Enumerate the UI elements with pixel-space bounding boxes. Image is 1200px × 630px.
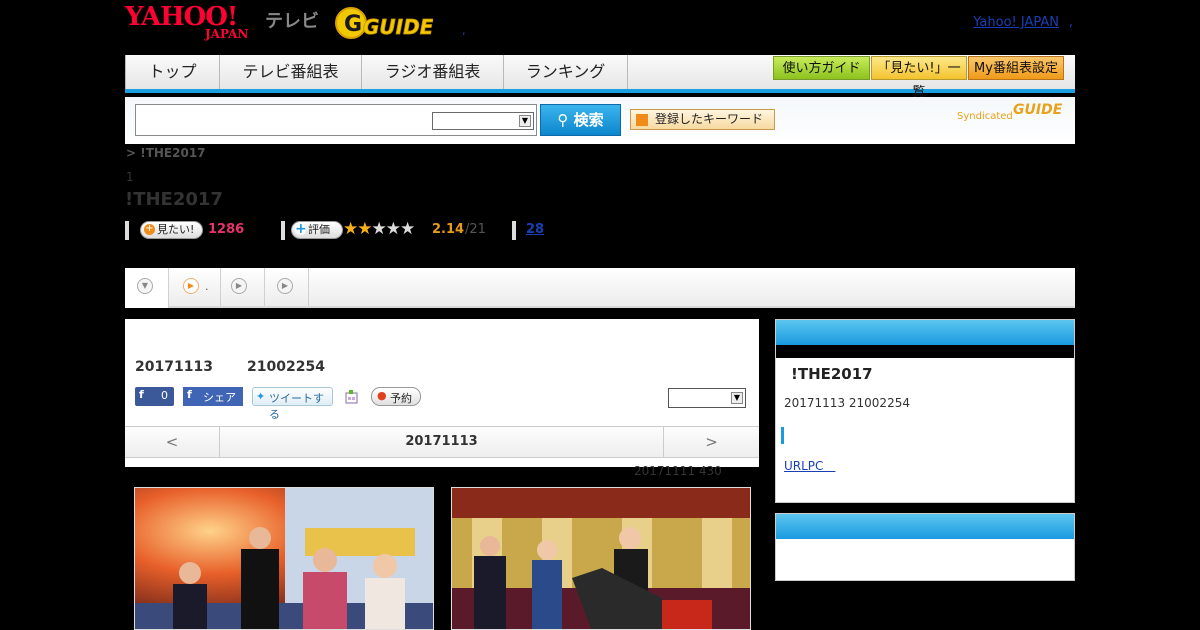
watch-button-label: 見たい! [157,223,195,236]
sidebar-title: !THE2017 [791,365,873,383]
want-to-watch-list-button[interactable]: 「見たい!」一覧 [871,56,967,100]
nav-tab-tv-schedule[interactable]: テレビ番組表 [220,55,362,89]
divider [281,221,285,240]
rate-button-label: 評価 [308,223,330,236]
search-category-select[interactable]: ▼ [432,112,534,130]
sidebar-panel-2 [775,513,1075,581]
yahoo-japan-link[interactable]: Yahoo! JAPAN [973,15,1059,30]
rating-value: 2.14 [432,222,465,237]
plus-icon: + [144,223,155,235]
gguide-logo-text: GUIDE [363,15,433,39]
current-day: 20171113 [405,434,478,449]
program-photo-1[interactable] [134,487,434,630]
previous-day-button[interactable]: < [125,427,220,458]
sidebar-band [776,345,1074,358]
photo-caption: 20171111 430 [634,464,722,478]
reserve-button[interactable]: ● 予約 [371,387,421,406]
program-info-sidebar: !THE2017 20171113 21002254 URLPC [775,319,1075,503]
broadcast-date: 20171113 [135,359,213,375]
star-icon: ★ [385,219,401,239]
sidebar-panel-2-header [776,514,1074,539]
chevron-down-icon [636,114,648,126]
search-button-label: 検索 [573,111,604,129]
svg-text:G: G [344,12,362,37]
global-nav: トップ テレビ番組表 ラジオ番組表 ランキング 使い方ガイド 「見たい!」一覧 … [125,55,1075,100]
star-icon: ★ [343,219,358,239]
facebook-icon: f [187,388,192,401]
gguide-logo[interactable]: G GUIDE [335,6,433,40]
facebook-icon: f [139,388,144,401]
search-icon: ⚲ [557,111,569,129]
next-day-button[interactable]: > [663,427,759,458]
watch-count: 1286 [208,222,245,237]
tv-logo-text: テレビ [265,11,319,32]
recorder-select[interactable]: ▼ [668,388,746,408]
yahoo-japan-logo-text: JAPAN [205,27,249,41]
tab-4[interactable]: ▶ [265,268,309,306]
star-icon: ★ [371,219,387,239]
facebook-share-label: シェア [203,391,236,404]
tweet-label: ツイートする [269,392,324,421]
rating-stat: + 評価 ★★★★★ 2.14 /21 [281,219,511,241]
play-icon: ▶ [183,278,199,294]
reserve-label: 予約 [390,392,412,405]
my-schedule-settings-button[interactable]: My番組表設定 [968,56,1064,80]
tab-2-label: . [205,280,209,293]
program-title: !THE2017 [125,189,223,210]
sidebar-url-link[interactable]: URLPC [784,457,835,474]
chevron-down-icon: ▼ [519,115,531,127]
rating-stars: ★★★★★ [343,219,415,239]
breadcrumb: > !THE2017 [126,146,206,160]
registered-keyword-label: 登録したキーワード [655,112,764,126]
content-tabs: ▼ ▶ . ▶ ▶ [125,268,1075,308]
tab-1[interactable]: ▼ [125,268,169,308]
facebook-like-button[interactable]: f 0 [135,387,174,406]
review-stat: 28 [512,221,572,241]
twitter-icon: ✦ [256,390,266,403]
play-icon: ▶ [277,278,293,294]
program-photo-2[interactable] [451,487,751,630]
syndicated-gguide-logo: GUIDE [1013,102,1063,118]
nav-tab-top[interactable]: トップ [125,55,220,89]
syndicated-label: Syndicated [957,111,1013,122]
facebook-share-button[interactable]: f シェア [183,387,243,406]
tab-3[interactable]: ▶ [221,268,265,306]
search-button[interactable]: ⚲ 検索 [540,104,621,136]
sidebar-divider [781,427,784,444]
review-count-link[interactable]: 28 [526,222,544,237]
sidebar-header [776,320,1074,345]
watch-stat: + 見たい! 1286 [125,221,275,241]
play-icon: ▶ [231,278,247,294]
chevron-down-icon: ▼ [731,392,743,404]
header-separator-2: , [1068,15,1073,30]
rating-count: /21 [465,222,486,237]
program-number: 1 [126,170,134,184]
sidebar-info: 20171113 21002254 [784,396,910,410]
add-bookmark-icon[interactable] [344,389,359,404]
tab-2[interactable]: ▶ . [169,268,221,306]
rate-button[interactable]: + 評価 [291,221,343,239]
guide-button[interactable]: 使い方ガイド [773,56,870,80]
search-bar: ▼ ⚲ 検索 登録したキーワード Syndicated GUIDE [125,97,1075,144]
registered-keyword-button[interactable]: 登録したキーワード [630,109,775,130]
facebook-like-count: 0 [161,389,168,402]
star-icon: ★ [357,219,372,239]
program-photo-1-image [135,488,433,629]
watch-button[interactable]: + 見たい! [140,221,203,239]
nav-tab-ranking[interactable]: ランキング [504,55,628,89]
star-icon: ★ [400,219,415,239]
broadcast-detail-panel: 20171113 21002254 f 0 f シェア ✦ ツイートする ● 予… [125,319,759,467]
header-separator: , [462,24,466,37]
day-navigation: < 20171113 > [125,426,759,458]
header: YAHOO! JAPAN テレビ G GUIDE , Yahoo! JAPAN … [125,0,1075,52]
program-photo-2-image [452,488,750,629]
tweet-button[interactable]: ✦ ツイートする [252,387,333,421]
nav-tab-radio-schedule[interactable]: ラジオ番組表 [362,55,504,89]
chevron-down-icon: ▼ [137,278,153,294]
broadcast-id: 21002254 [247,359,325,375]
record-icon: ● [377,389,387,402]
plus-icon: + [295,221,307,237]
divider [512,221,516,240]
divider [125,221,129,240]
